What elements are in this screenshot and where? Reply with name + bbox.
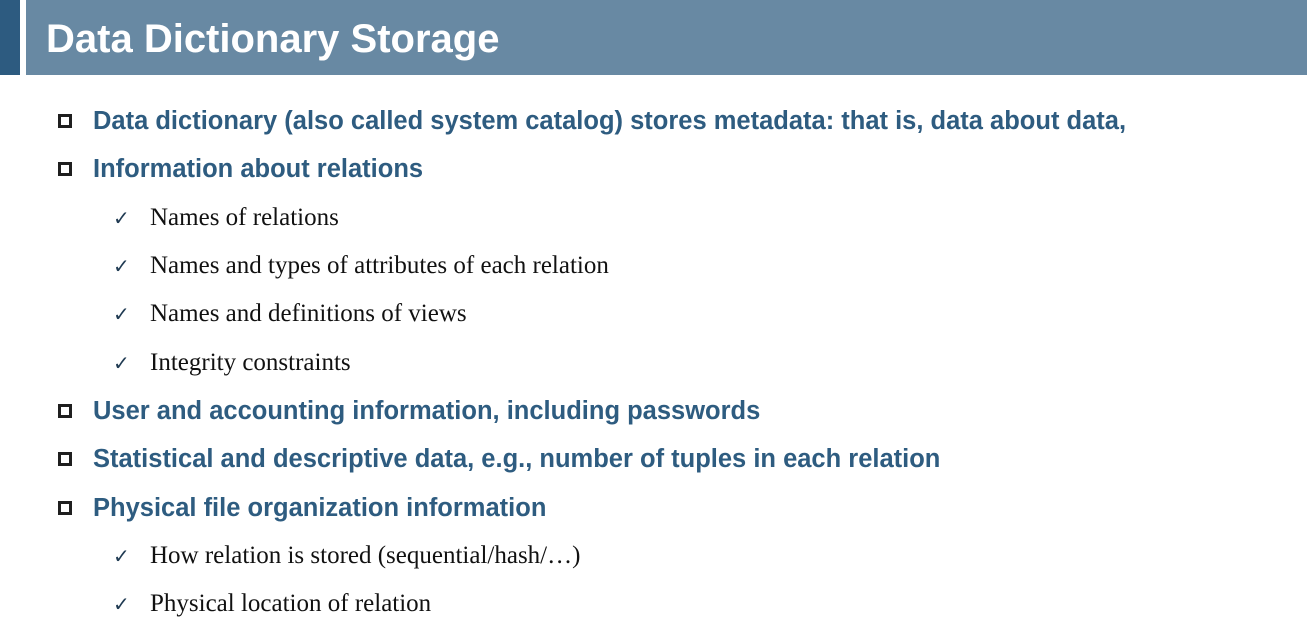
list-item-text: Statistical and descriptive data, e.g., … xyxy=(93,445,941,473)
list-item-text: Integrity constraints xyxy=(150,349,351,376)
list-item-text: How relation is stored (sequential/hash/… xyxy=(150,542,581,569)
list-item-text: Names and types of attributes of each re… xyxy=(150,252,609,279)
square-bullet-icon xyxy=(58,114,72,128)
list-item-text: Physical location of relation xyxy=(150,590,432,617)
checkmark-icon: ✓ xyxy=(113,302,130,326)
list-item-text: Information about relations xyxy=(93,155,424,183)
square-bullet-icon xyxy=(58,162,72,176)
square-bullet-icon xyxy=(58,452,72,466)
list-item-text: Names and definitions of views xyxy=(150,300,467,327)
title-accent-gap xyxy=(20,0,26,75)
title-accent-stripe xyxy=(0,0,20,75)
checkmark-icon: ✓ xyxy=(113,206,130,230)
square-bullet-icon xyxy=(58,501,72,515)
checkmark-icon: ✓ xyxy=(113,351,130,375)
square-bullet-icon xyxy=(58,404,72,418)
list-item-text: Data dictionary (also called system cata… xyxy=(93,107,1127,135)
list-item-text: Physical file organization information xyxy=(93,494,547,522)
slide-title: Data Dictionary Storage xyxy=(46,17,500,61)
list-item-text: User and accounting information, includi… xyxy=(93,397,761,425)
checkmark-icon: ✓ xyxy=(113,544,130,568)
checkmark-icon: ✓ xyxy=(113,592,130,616)
checkmark-icon: ✓ xyxy=(113,254,130,278)
list-item-text: Names of relations xyxy=(150,204,339,231)
